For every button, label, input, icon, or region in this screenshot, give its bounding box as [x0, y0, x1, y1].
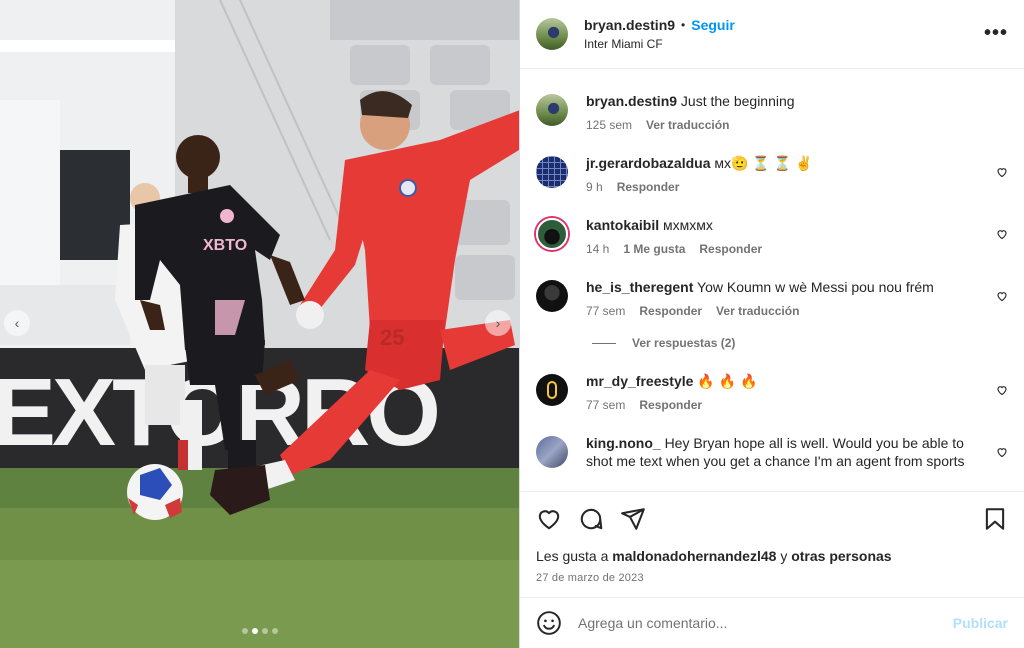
previous-slide-button[interactable]: ‹: [4, 310, 30, 336]
reply-button[interactable]: Responder: [699, 242, 762, 256]
see-translation-link[interactable]: Ver traducción: [716, 304, 799, 318]
follow-button[interactable]: Seguir: [691, 17, 735, 33]
post-photo[interactable]: EXTORRO 25 XBTO ‹ ›: [0, 0, 519, 648]
reply-button[interactable]: Responder: [639, 398, 702, 412]
comment-like-count[interactable]: 1 Me gusta: [623, 242, 685, 256]
add-comment-bar: Agrega un comentario... Publicar: [520, 597, 1024, 648]
commenter-avatar[interactable]: [536, 374, 568, 406]
comment-item: mr_dy_freestyle 🔥 🔥 🔥 77 sem Responder: [536, 372, 1008, 412]
comment-text: Just the beginning: [680, 93, 795, 109]
commenter-avatar[interactable]: [536, 94, 568, 126]
more-options-icon[interactable]: •••: [984, 22, 1008, 45]
comment-time[interactable]: 77 sem: [586, 304, 625, 318]
commenter-username[interactable]: jr.gerardobazaldua: [586, 155, 710, 171]
like-heart-icon[interactable]: [536, 506, 562, 532]
post-date[interactable]: 27 de marzo de 2023: [536, 572, 1008, 584]
emoji-smiley-icon[interactable]: [536, 610, 562, 636]
soccer-photo-illustration: EXTORRO 25 XBTO: [0, 0, 519, 648]
reply-button[interactable]: Responder: [617, 180, 680, 194]
chevron-right-icon: ›: [495, 315, 501, 331]
svg-text:XBTO: XBTO: [203, 237, 247, 254]
like-comment-heart-icon[interactable]: [996, 228, 1008, 240]
view-replies-button[interactable]: Ver respuestas (2): [592, 336, 1008, 350]
comment-bubble-icon[interactable]: [578, 506, 604, 532]
like-comment-heart-icon[interactable]: [996, 166, 1008, 178]
comment-time[interactable]: 9 h: [586, 180, 603, 194]
carousel-dot: [241, 628, 248, 634]
commenter-avatar[interactable]: [536, 436, 568, 468]
save-bookmark-icon[interactable]: [982, 506, 1008, 532]
comment-item: he_is_theregent Yow Koumn w wè Messi pou…: [536, 278, 1008, 318]
likes-connector: y: [780, 548, 788, 564]
post-location[interactable]: Inter Miami CF: [584, 37, 735, 51]
comment-item: jr.gerardobazaldua ᴍx🫡 ⏳ ⏳ ✌️ 9 h Respon…: [536, 154, 1008, 194]
post-header: bryan.destin9 • Seguir Inter Miami CF ••…: [520, 0, 1024, 69]
comment-text: 🔥 🔥 🔥: [697, 373, 758, 389]
see-translation-link[interactable]: Ver traducción: [646, 118, 729, 132]
likes-others-link[interactable]: otras personas: [791, 548, 891, 564]
chevron-left-icon: ‹: [14, 315, 20, 331]
comment-item: king.nono_ Hey Bryan hope all is well. W…: [536, 434, 1008, 470]
commenter-avatar[interactable]: [536, 218, 568, 250]
commenter-username[interactable]: kantokaibil: [586, 217, 659, 233]
likes-summary: Les gusta a maldonadohernandezl48 y otra…: [536, 548, 1008, 564]
view-replies-label: Ver respuestas (2): [632, 336, 736, 350]
likes-user-link[interactable]: maldonadohernandezl48: [612, 548, 776, 564]
comment-time[interactable]: 14 h: [586, 242, 609, 256]
caption-comment: bryan.destin9 Just the beginning 125 sem…: [536, 92, 1008, 132]
commenter-username[interactable]: he_is_theregent: [586, 279, 693, 295]
comment-text: ᴍx🫡 ⏳ ⏳ ✌️: [714, 155, 813, 171]
reply-button[interactable]: Responder: [639, 304, 702, 318]
carousel-dot: [261, 628, 268, 634]
carousel-dot: [271, 628, 278, 634]
comment-text: ᴍxᴍxᴍx: [663, 217, 713, 233]
share-paper-plane-icon[interactable]: [620, 506, 646, 532]
comment-text: Yow Koumn w wè Messi pou nou frém: [697, 279, 934, 295]
carousel-indicator: [0, 628, 519, 634]
separator-dot: •: [681, 18, 686, 32]
next-slide-button[interactable]: ›: [485, 310, 511, 336]
publish-button[interactable]: Publicar: [953, 615, 1008, 631]
comment-time[interactable]: 77 sem: [586, 398, 625, 412]
replies-divider: [592, 342, 616, 344]
like-comment-heart-icon[interactable]: [996, 384, 1008, 396]
post-side-panel: bryan.destin9 • Seguir Inter Miami CF ••…: [519, 0, 1024, 648]
comment-item: kantokaibil ᴍxᴍxᴍx 14 h 1 Me gusta Respo…: [536, 216, 1008, 256]
like-comment-heart-icon[interactable]: [996, 446, 1008, 458]
comment-time[interactable]: 125 sem: [586, 118, 632, 132]
author-avatar[interactable]: [536, 18, 568, 50]
like-comment-heart-icon[interactable]: [996, 290, 1008, 302]
carousel-dot: [251, 628, 258, 634]
commenter-username[interactable]: king.nono_: [586, 435, 661, 451]
commenter-username[interactable]: mr_dy_freestyle: [586, 373, 693, 389]
comments-list[interactable]: bryan.destin9 Just the beginning 125 sem…: [520, 70, 1024, 490]
comment-input[interactable]: Agrega un comentario...: [578, 615, 953, 631]
likes-prefix: Les gusta a: [536, 548, 609, 564]
commenter-avatar[interactable]: [536, 156, 568, 188]
commenter-avatar[interactable]: [536, 280, 568, 312]
author-username[interactable]: bryan.destin9: [584, 17, 675, 33]
post-actions: Les gusta a maldonadohernandezl48 y otra…: [520, 491, 1024, 584]
svg-text:25: 25: [380, 325, 404, 350]
commenter-username[interactable]: bryan.destin9: [586, 93, 677, 109]
